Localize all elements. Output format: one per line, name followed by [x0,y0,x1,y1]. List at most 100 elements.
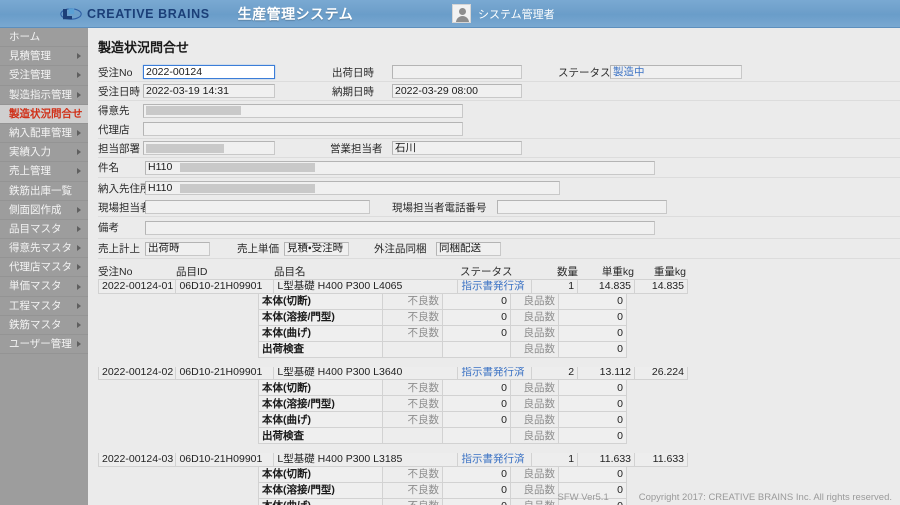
sidebar-item-0[interactable]: ホーム [0,28,88,48]
good-count-label: 良品数 [511,293,559,310]
customer-input[interactable] [143,103,463,118]
order-no-input[interactable]: 2022-00124 [143,65,275,79]
form-row-agency: 代理店 [98,120,900,139]
good-count-value[interactable]: 0 [559,396,627,412]
sidebar-item-label: 単価マスタ [9,280,62,293]
good-count-value[interactable]: 0 [559,309,627,326]
sidebar-item-3[interactable]: 製造指示管理 [0,86,88,105]
project-input[interactable]: H110 [145,160,655,175]
ship-date-label: 出荷日時 [332,66,374,79]
process-row[interactable]: 本体(溶接/門型) 不良数 0 良品数 0 [98,396,688,412]
sidebar-item-9[interactable]: 側面図作成 [0,201,88,220]
status-label: ステータス [558,66,611,79]
good-count-label: 良品数 [511,428,559,444]
process-row[interactable]: 本体(曲げ)不良数0良品数0 [98,325,688,342]
sidebar-item-14[interactable]: 工程マスタ [0,297,88,316]
creative-brains-logo-icon [60,6,82,22]
good-count-value[interactable]: 0 [559,341,627,358]
sidebar-item-5[interactable]: 納入配車管理 [0,124,88,144]
note-input[interactable] [145,220,655,235]
sidebar-item-10[interactable]: 品目マスタ [0,220,88,240]
sidebar-item-7[interactable]: 売上管理 [0,162,88,182]
defect-count-value[interactable]: 0 [443,466,511,483]
defect-count-value[interactable]: 0 [443,309,511,326]
sales-rep-input[interactable]: 石川 [392,141,522,155]
app-header: CREATIVE BRAINS 生産管理システム システム管理者 [0,0,900,28]
defect-count-value[interactable] [443,428,511,444]
form-row-department: 担当部署 営業担当者 石川 [98,139,900,158]
form-row-project: 件名 H110 [98,158,900,178]
outsourced-value[interactable]: 同梱配送 [436,241,501,256]
good-count-label: 良品数 [511,466,559,483]
main-sidebar: ホーム 見積管理 受注管理 製造指示管理 製造状況問合せ 納入配車管理 実績入力 売上管理鉄筋… [0,28,88,505]
process-row[interactable]: 本体(切断) 不良数 0 良品数 0 [98,293,688,310]
row-spacer [98,358,688,367]
sidebar-item-2[interactable]: 受注管理 [0,66,88,86]
col-item-id: 品目ID [176,266,208,278]
chevron-right-icon [77,302,81,309]
defect-count-value[interactable]: 0 [443,396,511,412]
defect-count-label [383,341,443,358]
process-row[interactable]: 本体(曲げ)不良数0良品数0 [98,412,688,428]
user-account[interactable]: システム管理者 [452,4,555,23]
site-rep-input[interactable] [145,200,370,214]
inquiry-form: 受注No 2022-00124 出荷日時 ステータス 製造中 受注日時 2022… [88,63,900,259]
sales-record-value[interactable]: 出荷時 [145,241,210,256]
main-content: 製造状況問合せ 受注No 2022-00124 出荷日時 ステータス 製造中 受… [88,28,900,505]
process-row[interactable]: 出荷検査 良品数 0 [98,428,688,444]
defect-count-value[interactable] [443,341,511,358]
process-row[interactable]: 本体(切断) 不良数 0 良品数 0 [98,380,688,396]
chevron-right-icon [77,91,81,98]
form-row-order-no: 受注No 2022-00124 出荷日時 ステータス 製造中 [98,63,900,82]
sidebar-item-6[interactable]: 実績入力 [0,143,88,163]
form-row-order-date: 受注日時 2022-03-19 14:31 納期日時 2022-03-29 08… [98,82,900,101]
order-date-label: 受注日時 [98,85,140,98]
due-date-input[interactable]: 2022-03-29 08:00 [392,84,522,98]
ship-date-input[interactable] [392,65,522,79]
col-unit-weight: 単重kg [601,266,634,278]
good-count-value[interactable]: 0 [559,412,627,428]
col-total-weight: 重量kg [653,266,686,278]
cell-status-link[interactable]: 指示書発行済 [458,453,532,467]
order-date-input[interactable]: 2022-03-19 14:31 [143,84,275,98]
department-input[interactable] [143,141,275,155]
table-row[interactable]: 2022-00124-01 06D10-21H09901 L型基礎 H400 P30… [98,280,688,294]
sidebar-item-12[interactable]: 代理店マスタ [0,258,88,278]
defect-count-value[interactable]: 0 [443,293,511,310]
defect-count-value[interactable]: 0 [443,412,511,428]
page-title: 製造状況問合せ [98,40,190,55]
chevron-right-icon [77,283,81,290]
sidebar-item-label: 鉄筋出庫一覧 [9,184,72,197]
sidebar-item-11[interactable]: 得意先マスタ [0,239,88,259]
chevron-right-icon [77,206,81,213]
defect-count-value[interactable]: 0 [443,380,511,396]
brand-logo[interactable]: CREATIVE BRAINS [60,6,210,22]
cell-status-link[interactable]: 指示書発行済 [458,366,532,380]
status-value[interactable]: 製造中 [610,65,742,79]
good-count-value[interactable]: 0 [559,325,627,342]
sidebar-item-1[interactable]: 見積管理 [0,47,88,67]
defect-count-value[interactable]: 0 [443,325,511,342]
site-tel-input[interactable] [497,200,667,214]
delivery-address-input[interactable]: H110 [145,181,560,195]
process-row[interactable]: 本体(溶接/門型) 不良数 0 良品数 0 [98,309,688,326]
good-count-value[interactable]: 0 [559,293,627,310]
department-label: 担当部署 [98,142,140,155]
unit-price-value[interactable]: 見積・受注時 [284,241,349,256]
sidebar-item-15[interactable]: 鉄筋マスタ [0,316,88,335]
agency-input[interactable] [143,122,463,136]
cell-status-link[interactable]: 指示書発行済 [458,280,532,294]
good-count-value[interactable]: 0 [559,380,627,396]
good-count-value[interactable]: 0 [559,428,627,444]
sidebar-item-8[interactable]: 鉄筋出庫一覧 [0,182,88,201]
sidebar-item-4[interactable]: 製造状況問合せ [0,104,88,124]
table-row[interactable]: 2022-00124-03 06D10-21H09901 L型基礎 H400 P30… [98,453,688,467]
sidebar-item-16[interactable]: ユーザー管理 [0,335,88,355]
good-count-value[interactable]: 0 [559,466,627,483]
process-row[interactable]: 本体(切断) 不良数 0 良品数 0 [98,466,688,483]
sidebar-item-13[interactable]: 単価マスタ [0,277,88,297]
table-row[interactable]: 2022-00124-02 06D10-21H09901 L型基礎 H400 P30… [98,366,688,380]
good-count-label: 良品数 [511,341,559,358]
process-row[interactable]: 出荷検査 良品数 0 [98,341,688,358]
cell-order-no: 2022-00124-03 [98,453,177,467]
